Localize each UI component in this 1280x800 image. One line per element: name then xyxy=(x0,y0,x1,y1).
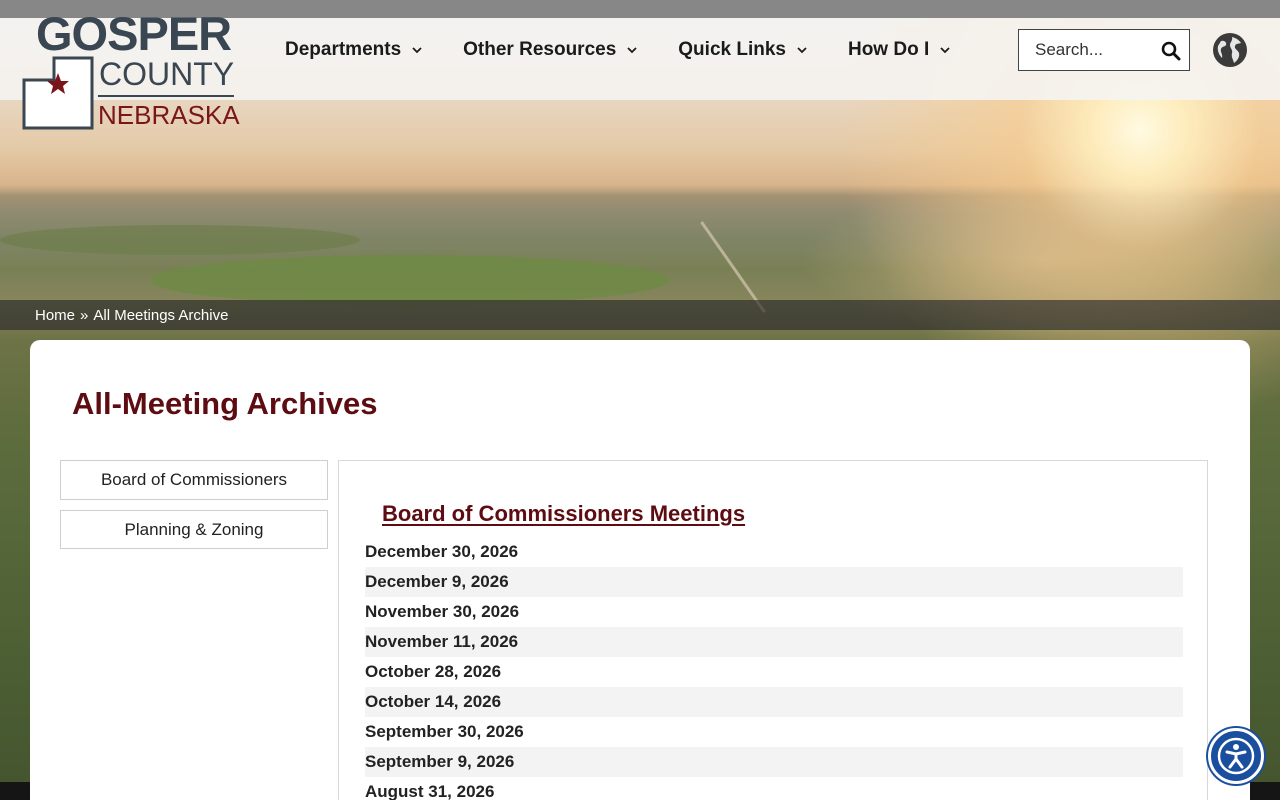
globe-icon[interactable] xyxy=(1212,32,1248,68)
nav-other-resources[interactable]: Other Resources xyxy=(463,39,638,61)
nav-other-resources-label: Other Resources xyxy=(463,39,617,60)
meeting-item[interactable]: September 9, 2026 xyxy=(365,747,1183,777)
logo-county: COUNTY xyxy=(99,56,235,92)
logo-nebraska: NEBRASKA xyxy=(98,100,240,130)
chevron-down-icon xyxy=(940,47,950,54)
nav-quick-links[interactable]: Quick Links xyxy=(678,39,808,61)
accessibility-button[interactable] xyxy=(1208,728,1264,784)
meeting-item[interactable]: December 30, 2026 xyxy=(365,537,1183,567)
main-nav: Departments Other Resources Quick Links … xyxy=(285,18,991,82)
nav-departments[interactable]: Departments xyxy=(285,39,423,61)
search-icon[interactable] xyxy=(1161,41,1181,61)
content-card: All-Meeting Archives Board of Commission… xyxy=(30,340,1250,800)
breadcrumb-current: All Meetings Archive xyxy=(93,306,229,324)
chevron-down-icon xyxy=(797,47,807,54)
nav-how-do-i[interactable]: How Do I xyxy=(848,39,951,61)
nav-quick-links-label: Quick Links xyxy=(678,39,786,60)
meeting-list: December 30, 2026 December 9, 2026 Novem… xyxy=(365,537,1183,800)
breadcrumb-home[interactable]: Home xyxy=(35,307,75,324)
logo-gosper: GOSPER xyxy=(36,7,232,60)
meetings-panel: Board of Commissioners Meetings December… xyxy=(338,460,1208,800)
breadcrumb-separator: » xyxy=(80,306,89,324)
meeting-item[interactable]: November 11, 2026 xyxy=(365,627,1183,657)
meeting-item[interactable]: September 30, 2026 xyxy=(365,717,1183,747)
nav-how-do-i-label: How Do I xyxy=(847,39,930,60)
meeting-item[interactable]: October 28, 2026 xyxy=(365,657,1183,687)
meeting-item[interactable]: December 9, 2026 xyxy=(365,567,1183,597)
chevron-down-icon xyxy=(627,47,637,54)
search-box xyxy=(1018,29,1190,71)
meeting-item[interactable]: August 31, 2026 xyxy=(365,777,1183,800)
nav-departments-label: Departments xyxy=(285,39,402,60)
nebraska-state-icon xyxy=(22,56,94,130)
chevron-down-icon xyxy=(412,47,422,54)
county-logo[interactable]: GOSPER COUNTY NEBRASKA xyxy=(20,7,240,132)
sidebar-item-planning-zoning[interactable]: Planning & Zoning xyxy=(60,510,328,549)
sidebar-item-board-of-commissioners[interactable]: Board of Commissioners xyxy=(60,460,328,500)
search-input[interactable] xyxy=(1035,40,1165,60)
meeting-item[interactable]: October 14, 2026 xyxy=(365,687,1183,717)
page-title: All-Meeting Archives xyxy=(72,386,378,421)
accessibility-icon xyxy=(1217,737,1255,775)
section-heading-link[interactable]: Board of Commissioners Meetings xyxy=(382,501,745,527)
breadcrumb: Home » All Meetings Archive xyxy=(0,300,1280,330)
meeting-item[interactable]: November 30, 2026 xyxy=(365,597,1183,627)
